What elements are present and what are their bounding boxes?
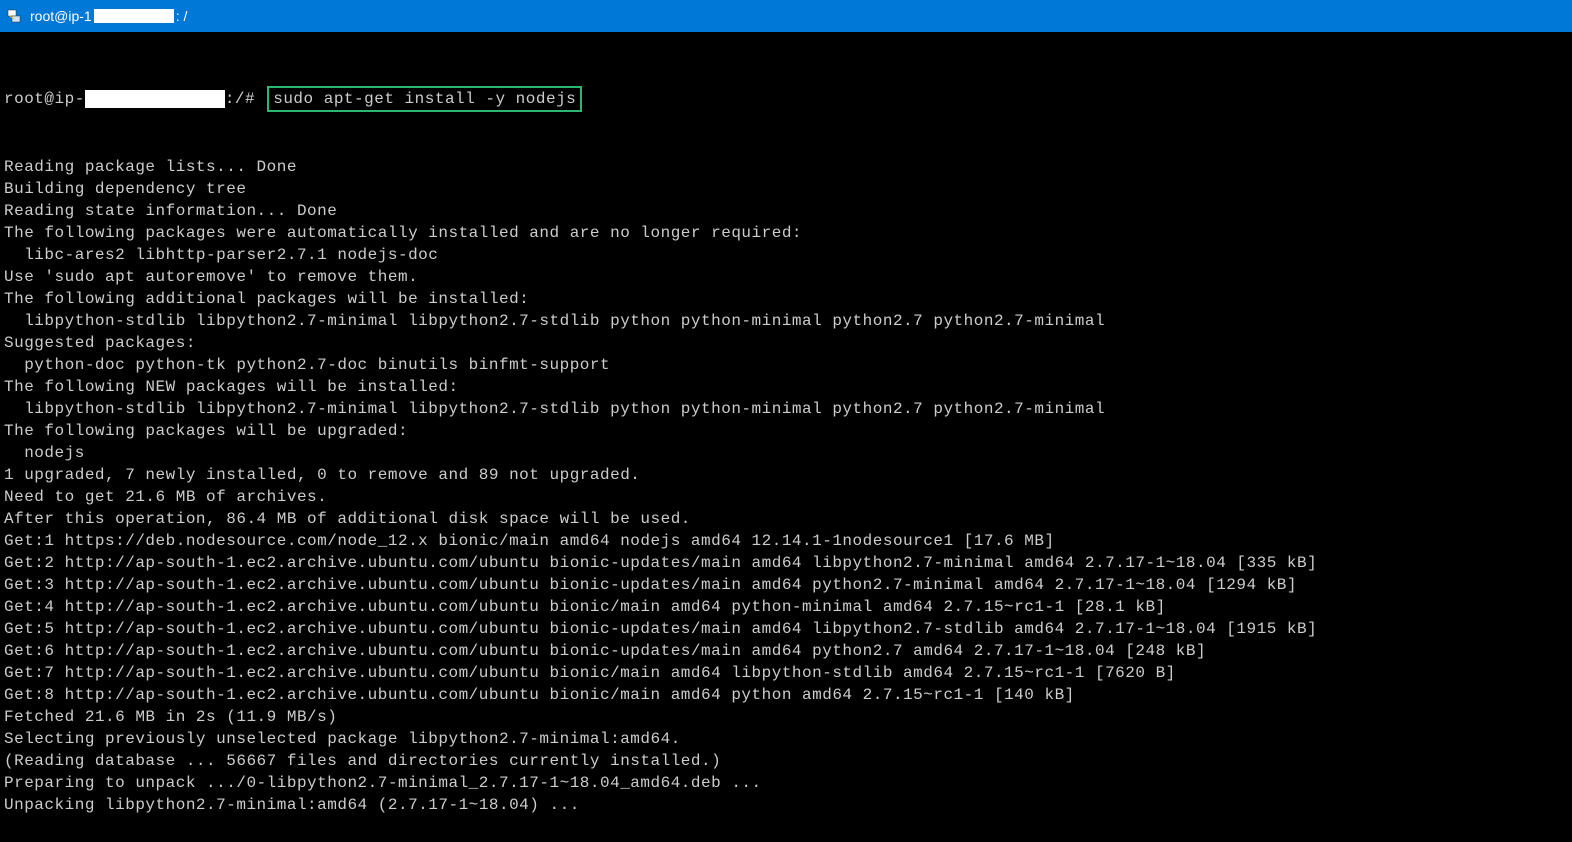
prompt-suffix: :/#: [225, 88, 265, 110]
terminal-line: Get:4 http://ap-south-1.ec2.archive.ubun…: [4, 596, 1568, 618]
terminal-line: Need to get 21.6 MB of archives.: [4, 486, 1568, 508]
terminal-line: Get:6 http://ap-south-1.ec2.archive.ubun…: [4, 640, 1568, 662]
terminal-line: Reading package lists... Done: [4, 156, 1568, 178]
terminal-output-lines: Reading package lists... DoneBuilding de…: [4, 156, 1568, 816]
terminal-line: libpython-stdlib libpython2.7-minimal li…: [4, 310, 1568, 332]
terminal-line: python-doc python-tk python2.7-doc binut…: [4, 354, 1568, 376]
terminal-line: The following packages were automaticall…: [4, 222, 1568, 244]
terminal-line: libpython-stdlib libpython2.7-minimal li…: [4, 398, 1568, 420]
terminal-line: Get:8 http://ap-south-1.ec2.archive.ubun…: [4, 684, 1568, 706]
terminal-line: Get:3 http://ap-south-1.ec2.archive.ubun…: [4, 574, 1568, 596]
terminal-line: Unpacking libpython2.7-minimal:amd64 (2.…: [4, 794, 1568, 816]
redacted-ip-block: [94, 9, 174, 23]
terminal-line: nodejs: [4, 442, 1568, 464]
terminal-line: The following additional packages will b…: [4, 288, 1568, 310]
window-title-prefix: root@ip-1: [30, 8, 92, 24]
terminal-line: Preparing to unpack .../0-libpython2.7-m…: [4, 772, 1568, 794]
command-prompt-line: root@ip- :/# sudo apt-get install -y node…: [4, 86, 1568, 112]
terminal-line: Reading state information... Done: [4, 200, 1568, 222]
highlighted-command: sudo apt-get install -y nodejs: [267, 86, 582, 112]
terminal-output-area[interactable]: root@ip- :/# sudo apt-get install -y node…: [0, 32, 1572, 842]
terminal-line: Selecting previously unselected package …: [4, 728, 1568, 750]
terminal-line: libc-ares2 libhttp-parser2.7.1 nodejs-do…: [4, 244, 1568, 266]
terminal-line: Get:5 http://ap-south-1.ec2.archive.ubun…: [4, 618, 1568, 640]
terminal-line: Get:1 https://deb.nodesource.com/node_12…: [4, 530, 1568, 552]
window-title-suffix: : /: [176, 8, 188, 24]
terminal-line: 1 upgraded, 7 newly installed, 0 to remo…: [4, 464, 1568, 486]
terminal-line: Building dependency tree: [4, 178, 1568, 200]
terminal-line: Get:7 http://ap-south-1.ec2.archive.ubun…: [4, 662, 1568, 684]
terminal-line: The following packages will be upgraded:: [4, 420, 1568, 442]
terminal-line: Suggested packages:: [4, 332, 1568, 354]
prompt-prefix: root@ip-: [4, 88, 85, 110]
window-title-bar[interactable]: root@ip-1 : /: [0, 0, 1572, 32]
terminal-line: Use 'sudo apt autoremove' to remove them…: [4, 266, 1568, 288]
terminal-line: After this operation, 86.4 MB of additio…: [4, 508, 1568, 530]
redacted-hostname-block: [85, 90, 225, 108]
terminal-line: (Reading database ... 56667 files and di…: [4, 750, 1568, 772]
terminal-line: The following NEW packages will be insta…: [4, 376, 1568, 398]
putty-icon: [6, 8, 22, 24]
terminal-line: Fetched 21.6 MB in 2s (11.9 MB/s): [4, 706, 1568, 728]
terminal-line: Get:2 http://ap-south-1.ec2.archive.ubun…: [4, 552, 1568, 574]
